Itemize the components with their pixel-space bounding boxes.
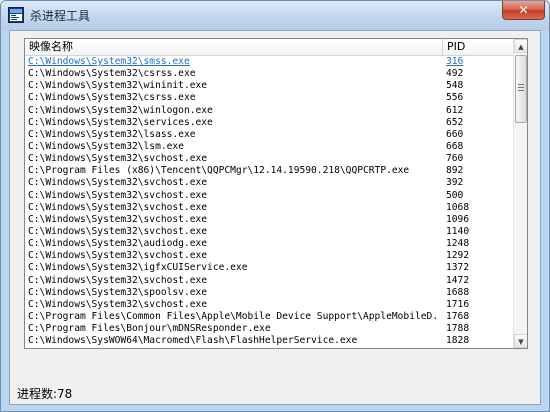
image-name-cell: C:\Windows\System32\svchost.exe bbox=[28, 189, 208, 201]
image-name-cell: C:\Windows\System32\svchost.exe bbox=[28, 177, 208, 189]
table-row[interactable]: C:\Windows\System32\svchost.exe 1140 bbox=[25, 226, 513, 238]
list-rows: C:\Windows\System32\smss.exe 316 C:\Window… bbox=[25, 56, 513, 347]
table-row[interactable]: C:\Windows\System32\csrss.exe 556 bbox=[25, 92, 513, 104]
process-count: 进程数:78 bbox=[17, 387, 73, 401]
table-row[interactable]: C:\Windows\System32\audiodg.exe 1248 bbox=[25, 238, 513, 250]
pid-cell: 660 bbox=[446, 128, 464, 140]
image-name-cell: C:\Program Files (x86)\Tencent\QQPCMgr\1… bbox=[28, 165, 410, 177]
pid-cell: 652 bbox=[446, 116, 464, 128]
image-name-cell: C:\Windows\System32\wininit.exe bbox=[28, 80, 208, 92]
close-button[interactable]: ✕ bbox=[502, 1, 545, 20]
image-name-cell: C:\Windows\System32\lsass.exe bbox=[28, 128, 196, 140]
pid-cell: 556 bbox=[446, 92, 464, 104]
pid-cell: 1828 bbox=[446, 335, 470, 347]
vertical-scrollbar[interactable]: ▲ ▼ bbox=[513, 39, 527, 348]
table-row[interactable]: C:\Windows\System32\winlogon.exe 612 bbox=[25, 105, 513, 117]
table-row[interactable]: C:\Windows\System32\svchost.exe 500 bbox=[25, 190, 513, 202]
pid-cell: 1140 bbox=[446, 225, 470, 237]
pid-cell: 1716 bbox=[446, 298, 470, 310]
list-header: 映像名称 PID bbox=[25, 39, 513, 56]
pid-cell: 1372 bbox=[446, 262, 470, 274]
table-row[interactable]: C:\Windows\System32\svchost.exe 392 bbox=[25, 177, 513, 189]
table-row[interactable]: C:\Program Files\Bonjour\mDNSResponder.e… bbox=[25, 323, 513, 335]
table-row[interactable]: C:\Windows\System32\wininit.exe 548 bbox=[25, 80, 513, 92]
pid-cell: 1472 bbox=[446, 274, 470, 286]
close-icon: ✕ bbox=[518, 3, 529, 17]
scroll-down-button[interactable]: ▼ bbox=[514, 334, 527, 348]
image-name-cell: C:\Windows\System32\igfxCUIService.exe bbox=[28, 262, 248, 274]
pid-cell: 1292 bbox=[446, 250, 470, 262]
table-row[interactable]: C:\Windows\System32\svchost.exe 1472 bbox=[25, 275, 513, 287]
column-header-image-name[interactable]: 映像名称 bbox=[25, 39, 443, 55]
pid-cell: 548 bbox=[446, 80, 464, 92]
table-row[interactable]: C:\Windows\System32\igfxCUIService.exe 13… bbox=[25, 262, 513, 274]
pid-cell: 892 bbox=[446, 165, 464, 177]
image-name-cell: C:\Windows\System32\svchost.exe bbox=[28, 153, 208, 165]
scroll-thumb[interactable] bbox=[515, 55, 527, 123]
table-row[interactable]: C:\Windows\SysWOW64\Macromed\Flash\Flash… bbox=[25, 335, 513, 347]
app-icon bbox=[8, 7, 24, 23]
pid-cell: 760 bbox=[446, 153, 464, 165]
table-row[interactable]: C:\Windows\System32\lsass.exe 660 bbox=[25, 129, 513, 141]
pid-cell: 1788 bbox=[446, 323, 470, 335]
pid-cell: 1688 bbox=[446, 286, 470, 298]
window-title: 杀进程工具 bbox=[30, 9, 91, 23]
table-row[interactable]: C:\Windows\System32\spoolsv.exe 1688 bbox=[25, 287, 513, 299]
pid-cell: 1248 bbox=[446, 238, 470, 250]
image-name-cell: C:\Windows\System32\audiodg.exe bbox=[28, 238, 208, 250]
pid-cell: 1096 bbox=[446, 213, 470, 225]
image-name-cell: C:\Windows\System32\csrss.exe bbox=[28, 68, 196, 80]
table-row[interactable]: C:\Windows\System32\svchost.exe 1096 bbox=[25, 214, 513, 226]
image-name-cell: C:\Windows\System32\svchost.exe bbox=[28, 250, 208, 262]
image-name-cell: C:\Windows\System32\svchost.exe bbox=[28, 274, 208, 286]
image-name-cell: C:\Windows\System32\winlogon.exe bbox=[28, 104, 213, 116]
image-name-cell: C:\Program Files\Common Files\Apple\Mobi… bbox=[28, 310, 440, 322]
client-area: 映像名称 PID C:\Windows\System32\smss.exe 316… bbox=[9, 30, 541, 405]
title-bar[interactable]: 杀进程工具 ✕ bbox=[1, 1, 549, 30]
pid-cell: 1068 bbox=[446, 201, 470, 213]
pid-cell: 1768 bbox=[446, 310, 470, 322]
table-row[interactable]: C:\Windows\System32\csrss.exe 492 bbox=[25, 68, 513, 80]
pid-cell: 392 bbox=[446, 177, 464, 189]
table-row[interactable]: C:\Windows\System32\svchost.exe 1068 bbox=[25, 202, 513, 214]
image-name-cell: C:\Windows\System32\svchost.exe bbox=[28, 201, 208, 213]
table-row[interactable]: C:\Windows\System32\svchost.exe 1716 bbox=[25, 299, 513, 311]
process-list[interactable]: 映像名称 PID C:\Windows\System32\smss.exe 316… bbox=[24, 38, 528, 349]
image-name-cell: C:\Windows\SysWOW64\Macromed\Flash\Flash… bbox=[28, 335, 358, 347]
table-row[interactable]: C:\Program Files (x86)\Tencent\QQPCMgr\1… bbox=[25, 165, 513, 177]
image-name-cell: C:\Windows\System32\lsm.exe bbox=[28, 140, 184, 152]
table-row[interactable]: C:\Windows\System32\lsm.exe 668 bbox=[25, 141, 513, 153]
image-name-cell: C:\Windows\System32\services.exe bbox=[28, 116, 213, 128]
image-name-cell: C:\Windows\System32\svchost.exe bbox=[28, 213, 208, 225]
pid-cell: 668 bbox=[446, 140, 464, 152]
table-row[interactable]: C:\Windows\System32\svchost.exe 1292 bbox=[25, 250, 513, 262]
table-row[interactable]: C:\Windows\System32\smss.exe 316 bbox=[25, 56, 513, 68]
column-header-pid[interactable]: PID bbox=[443, 39, 513, 55]
table-row[interactable]: C:\Windows\System32\services.exe 652 bbox=[25, 117, 513, 129]
image-name-cell: C:\Program Files\Bonjour\mDNSResponder.e… bbox=[28, 323, 271, 335]
pid-cell: 492 bbox=[446, 68, 464, 80]
table-row[interactable]: C:\Program Files\Common Files\Apple\Mobi… bbox=[25, 311, 513, 323]
pid-cell: 500 bbox=[446, 189, 464, 201]
scroll-up-button[interactable]: ▲ bbox=[514, 39, 527, 53]
pid-cell: 612 bbox=[446, 104, 464, 116]
table-row[interactable]: C:\Windows\System32\svchost.exe 760 bbox=[25, 153, 513, 165]
image-name-cell: C:\Windows\System32\csrss.exe bbox=[28, 92, 196, 104]
pid-cell: 316 bbox=[446, 56, 464, 67]
image-name-cell: C:\Windows\System32\svchost.exe bbox=[28, 298, 208, 310]
app-window: 杀进程工具 ✕ 映像名称 PID C:\Windows\System32\sms… bbox=[0, 0, 550, 412]
image-name-cell: C:\Windows\System32\smss.exe bbox=[28, 56, 190, 67]
image-name-cell: C:\Windows\System32\spoolsv.exe bbox=[28, 286, 208, 298]
image-name-cell: C:\Windows\System32\svchost.exe bbox=[28, 225, 208, 237]
